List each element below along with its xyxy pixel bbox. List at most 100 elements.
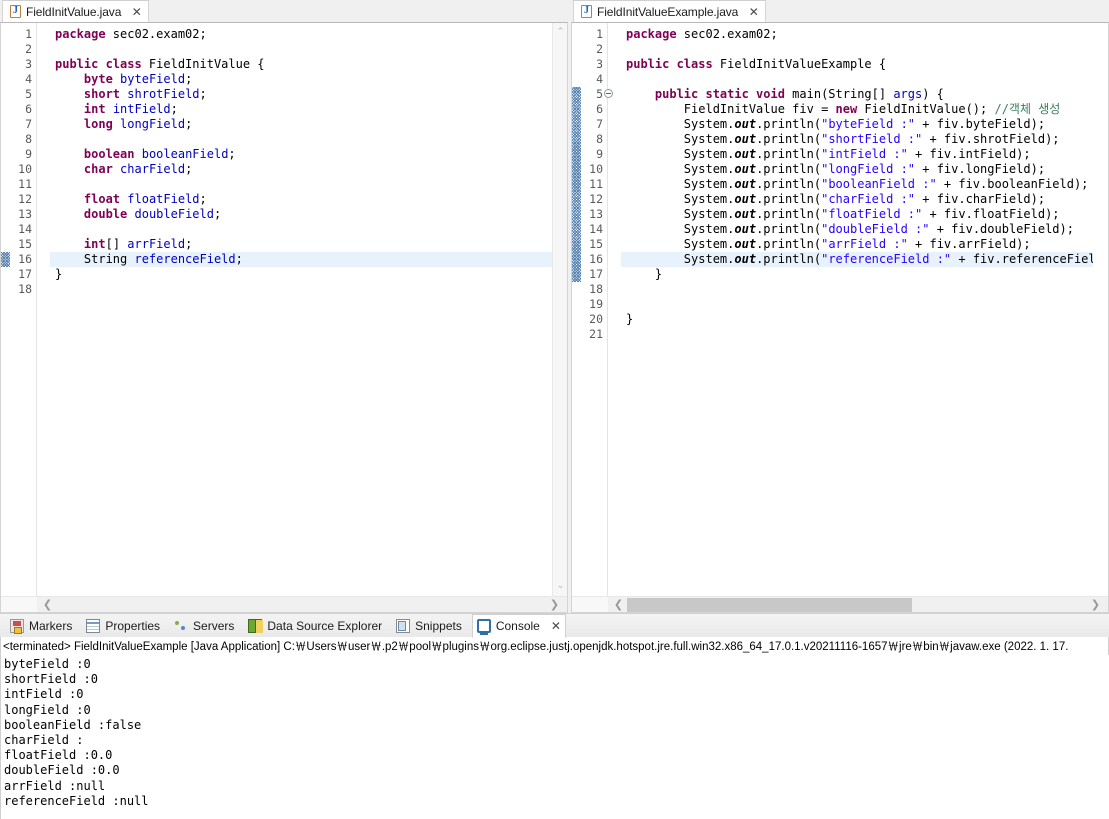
code-line: System.out.println("referenceField :" + …	[621, 252, 1093, 267]
editor-hscrollbar-left[interactable]: ❮ ❯	[1, 596, 567, 612]
annotation-ruler-left[interactable]	[1, 23, 10, 596]
scroll-left-icon[interactable]: ❮	[39, 597, 56, 612]
code-token: main(String[]	[784, 87, 894, 101]
console-output[interactable]: byteField :0 shortField :0 intField :0 long…	[0, 655, 1109, 819]
close-icon[interactable]: ✕	[551, 619, 561, 633]
code-token: }	[626, 312, 634, 326]
code-token: short	[83, 87, 121, 101]
close-icon[interactable]: ✕	[131, 6, 142, 18]
editor-panel-right: FieldInitValueExample.java ✕ 12345678910…	[571, 0, 1109, 613]
code-line: byte byteField;	[55, 72, 552, 87]
code-token: System.	[626, 222, 735, 236]
annotation-ruler-right[interactable]	[572, 23, 581, 596]
code-token: ;	[199, 87, 207, 101]
hscroll-inset	[1, 597, 37, 612]
code-token: longField	[120, 117, 186, 131]
code-token: .println(	[756, 192, 822, 206]
editor-tab-fieldinitvalue[interactable]: FieldInitValue.java ✕	[2, 0, 150, 22]
line-number: 4	[596, 72, 603, 86]
console-line: floatField :0.0	[4, 748, 113, 763]
scroll-right-icon[interactable]: ❯	[1087, 597, 1104, 612]
code-token: System.	[626, 237, 735, 251]
view-tab-snippets[interactable]: Snippets	[392, 614, 472, 638]
view-tab-console[interactable]: Console ✕	[471, 613, 566, 638]
editor-tab-fieldinitvalueexample[interactable]: FieldInitValueExample.java ✕	[573, 0, 767, 22]
code-viewport-right: 1 2 3 4 5 6 7 8 9 10 11 12 13 14 15 16 17 18 19 20 21 packag…	[572, 23, 1093, 596]
scroll-down-icon[interactable]: ⌄	[553, 579, 567, 594]
code-token: "charField :"	[821, 192, 916, 206]
line-number: 11	[18, 177, 32, 191]
code-token: System.	[626, 252, 735, 266]
code-token: sec02.exam02;	[105, 27, 207, 41]
folding-ruler-left[interactable]	[37, 23, 50, 596]
code-token: String	[55, 252, 135, 266]
view-tab-label: Markers	[29, 618, 73, 633]
view-tab-markers[interactable]: Markers	[6, 614, 82, 638]
code-line: float floatField;	[55, 192, 552, 207]
code-token: + fiv.intField);	[907, 147, 1031, 161]
editor-tab-strip-left: FieldInitValue.java ✕	[0, 0, 568, 22]
line-number: 20	[589, 312, 603, 326]
code-token: ;	[185, 237, 193, 251]
view-tab-label: Properties	[105, 618, 161, 633]
console-line: longField :0	[4, 702, 91, 717]
code-token: FieldInitValue {	[141, 57, 265, 71]
editor-body-left[interactable]: 1 2 3 4 5 6 7 8 9 10 11 12 13 14 15 16 17 18 package sec0…	[0, 22, 568, 613]
code-token: byte	[83, 72, 113, 86]
code-line: System.out.println("byteField :" + fiv.b…	[626, 117, 1093, 132]
scroll-up-icon[interactable]: ⌃	[553, 25, 567, 40]
close-icon[interactable]: ✕	[748, 6, 759, 18]
code-line: package sec02.exam02;	[55, 27, 552, 42]
line-number: 7	[25, 117, 32, 131]
code-token: char	[83, 162, 113, 176]
code-line: System.out.println("intField :" + fiv.in…	[626, 147, 1093, 162]
code-token: float	[83, 192, 121, 206]
code-token: doubleField	[134, 207, 214, 221]
code-text-right[interactable]: package sec02.exam02; public class Field…	[621, 23, 1093, 596]
code-token: + fiv.doubleField);	[929, 222, 1074, 236]
editor-tab-label: FieldInitValue.java	[26, 4, 122, 19]
code-text-left[interactable]: package sec02.exam02; public class Field…	[50, 23, 552, 596]
code-token: "referenceField :"	[821, 252, 952, 266]
java-file-icon	[581, 5, 592, 18]
folding-ruler-right[interactable]	[608, 23, 621, 596]
scroll-left-icon[interactable]: ❮	[610, 597, 627, 612]
view-tab-servers[interactable]: Servers	[170, 614, 244, 638]
code-token: .println(	[756, 162, 822, 176]
code-token: ;	[213, 207, 222, 221]
editor-vscrollbar-left[interactable]: ⌃ ⌄	[552, 23, 567, 596]
code-token: System.	[626, 147, 735, 161]
fold-collapse-icon[interactable]	[604, 89, 613, 98]
view-tab-properties[interactable]: Properties	[82, 614, 170, 638]
editor-hscrollbar-right[interactable]: ❮ ❯	[572, 596, 1108, 612]
code-token: System.	[626, 117, 735, 131]
code-line: FieldInitValue fiv = new FieldInitValue(…	[626, 102, 1093, 117]
code-token: //객체 생성	[994, 102, 1061, 116]
code-line: }	[55, 267, 552, 282]
editor-body-right[interactable]: 1 2 3 4 5 6 7 8 9 10 11 12 13 14 15 16 17 18 19 20 21 packag…	[571, 22, 1109, 613]
code-token: sec02.exam02;	[676, 27, 778, 41]
view-tab-data-source-explorer[interactable]: Data Source Explorer	[244, 614, 392, 638]
annotation-marker	[572, 87, 581, 282]
code-token: byteField	[120, 72, 186, 86]
line-number: 3	[25, 57, 32, 71]
code-token: public class	[55, 57, 142, 71]
scroll-right-icon[interactable]: ❯	[546, 597, 563, 612]
hscroll-thumb[interactable]	[627, 598, 912, 612]
line-number: 6	[25, 102, 32, 116]
java-file-icon	[10, 5, 21, 18]
line-number: 1	[25, 27, 32, 41]
line-number: 10	[589, 162, 603, 176]
line-number: 17	[18, 267, 32, 281]
code-line: }	[626, 267, 1093, 282]
